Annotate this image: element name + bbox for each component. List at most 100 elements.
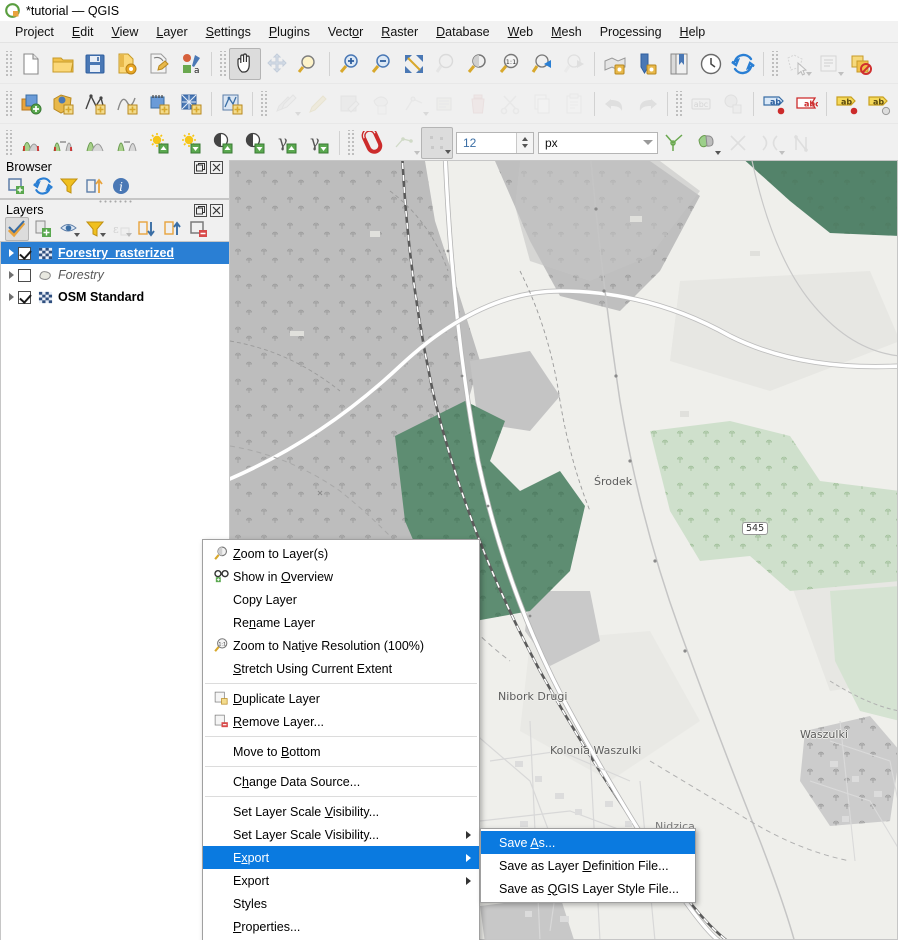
zoom-native-resolution-icon[interactable]: 1:1 xyxy=(494,48,526,80)
context-menu-item-styles[interactable]: Export xyxy=(203,869,479,892)
avoid-overlap-icon[interactable] xyxy=(690,127,722,159)
scroll-up-icon[interactable] xyxy=(215,199,229,200)
menu-database[interactable]: Database xyxy=(427,23,499,41)
save-layer-edits-icon[interactable] xyxy=(334,88,366,120)
filter-browser-icon[interactable] xyxy=(57,174,81,198)
chevron-down-icon[interactable] xyxy=(639,140,657,145)
context-menu-item-copy-layer[interactable]: Copy Layer xyxy=(203,588,479,611)
zoom-last-icon[interactable] xyxy=(526,48,558,80)
decrease-gamma-icon[interactable]: γ xyxy=(303,127,335,159)
local-cumulative-cut-stretch-icon[interactable] xyxy=(79,127,111,159)
snapping-tolerance-input[interactable]: 12 xyxy=(456,131,534,154)
menu-edit[interactable]: Edit xyxy=(63,23,103,41)
add-raster-layer-icon[interactable] xyxy=(79,88,111,120)
layer-row-forestry-rasterized[interactable]: Forestry_rasterized xyxy=(1,242,229,264)
menu-settings[interactable]: Settings xyxy=(197,23,260,41)
submenu-item-save-as-qgis-layer-style-file[interactable]: Save as QGIS Layer Style File... xyxy=(481,877,695,900)
add-vector-tile-layer-icon[interactable] xyxy=(216,88,248,120)
decrease-contrast-icon[interactable] xyxy=(239,127,271,159)
zoom-in-icon[interactable] xyxy=(334,48,366,80)
expander-icon[interactable] xyxy=(5,271,18,279)
expander-icon[interactable] xyxy=(5,249,18,257)
context-menu-item-zoom-native-resolution[interactable]: 1:1 Zoom to Native Resolution (100%) xyxy=(203,634,479,657)
new-project-icon[interactable] xyxy=(15,48,47,80)
layer-diagram-options-icon[interactable]: abc xyxy=(790,88,822,120)
copy-features-icon[interactable] xyxy=(526,88,558,120)
paste-features-icon[interactable] xyxy=(558,88,590,120)
context-menu-item-show-in-overview[interactable]: Show in Overview xyxy=(203,565,479,588)
full-cumulative-cut-stretch-icon[interactable] xyxy=(111,127,143,159)
spinner-down-icon[interactable] xyxy=(522,144,528,148)
submenu-item-save-as[interactable]: Save As... xyxy=(481,831,695,854)
current-edits-icon[interactable] xyxy=(270,88,302,120)
context-menu-item-layer-crs[interactable]: Set Layer Scale Visibility... xyxy=(203,823,479,846)
increase-contrast-icon[interactable] xyxy=(207,127,239,159)
spinner-arrows[interactable] xyxy=(516,132,533,153)
context-menu-item-set-layer-scale-visibility[interactable]: Set Layer Scale Visibility... xyxy=(203,800,479,823)
new-3d-map-view-icon[interactable] xyxy=(631,48,663,80)
context-menu-item-rename-layer[interactable]: Rename Layer xyxy=(203,611,479,634)
snapping-intersection-icon[interactable] xyxy=(722,127,754,159)
cut-features-icon[interactable] xyxy=(494,88,526,120)
layers-float-icon[interactable] xyxy=(194,203,207,217)
pin-labels-icon[interactable]: ab xyxy=(863,88,895,120)
decrease-brightness-icon[interactable] xyxy=(175,127,207,159)
open-project-icon[interactable] xyxy=(47,48,79,80)
context-menu-item-change-data-source[interactable]: Change Data Source... xyxy=(203,770,479,793)
snapping-units-select[interactable]: px xyxy=(538,131,658,154)
context-menu-item-export[interactable]: Export xyxy=(203,846,479,869)
collapse-all-icon[interactable] xyxy=(83,174,107,198)
layers-close-icon[interactable] xyxy=(210,203,223,217)
redo-icon[interactable] xyxy=(631,88,663,120)
spinner-up-icon[interactable] xyxy=(522,137,528,141)
zoom-next-icon[interactable] xyxy=(558,48,590,80)
menu-layer[interactable]: Layer xyxy=(147,23,196,41)
toolbar-grip[interactable] xyxy=(218,50,227,77)
refresh-icon[interactable] xyxy=(727,48,759,80)
zoom-to-selection-icon[interactable] xyxy=(430,48,462,80)
toolbar-grip[interactable] xyxy=(346,129,355,156)
toggle-editing-icon[interactable] xyxy=(302,88,334,120)
menu-view[interactable]: View xyxy=(102,23,147,41)
layer-visibility-checkbox[interactable] xyxy=(18,290,31,304)
new-print-layout-icon[interactable] xyxy=(143,48,175,80)
add-mesh-layer-icon[interactable] xyxy=(111,88,143,120)
layer-row-forestry[interactable]: Forestry xyxy=(1,264,229,286)
add-layer-to-project-icon[interactable] xyxy=(5,174,29,198)
menu-plugins[interactable]: Plugins xyxy=(260,23,319,41)
tracing-icon[interactable] xyxy=(786,127,818,159)
data-source-manager-icon[interactable] xyxy=(15,88,47,120)
add-polygon-feature-icon[interactable] xyxy=(366,88,398,120)
delete-selected-icon[interactable] xyxy=(462,88,494,120)
zoom-out-icon[interactable] xyxy=(366,48,398,80)
add-vector-layer-icon[interactable] xyxy=(47,88,79,120)
expander-icon[interactable] xyxy=(5,293,18,301)
undo-icon[interactable] xyxy=(599,88,631,120)
scroll-down-icon[interactable] xyxy=(215,198,229,199)
menu-project[interactable]: Project xyxy=(6,23,63,41)
context-menu-item-move-to-bottom[interactable]: Move to Bottom xyxy=(203,740,479,763)
toolbar-grip[interactable] xyxy=(4,50,13,77)
full-histogram-stretch-icon[interactable] xyxy=(47,127,79,159)
add-group-icon[interactable] xyxy=(31,217,55,241)
new-map-view-icon[interactable] xyxy=(599,48,631,80)
collapse-all-icon[interactable] xyxy=(161,217,185,241)
temporal-controller-icon[interactable] xyxy=(695,48,727,80)
browser-float-icon[interactable] xyxy=(194,160,207,174)
menu-mesh[interactable]: Mesh xyxy=(542,23,591,41)
local-histogram-stretch-icon[interactable] xyxy=(15,127,47,159)
layer-visibility-checkbox[interactable] xyxy=(18,246,31,260)
deselect-extra-icon[interactable] xyxy=(877,48,898,80)
refresh-icon[interactable] xyxy=(31,174,55,198)
export-submenu[interactable]: Save As... Save as Layer Definition File… xyxy=(480,828,696,903)
self-snapping-icon[interactable] xyxy=(754,127,786,159)
highlight-pinned-labels-icon[interactable]: ab xyxy=(831,88,863,120)
save-project-icon[interactable] xyxy=(79,48,111,80)
layer-labeling-options-icon[interactable]: ab xyxy=(758,88,790,120)
increase-gamma-icon[interactable]: γ xyxy=(271,127,303,159)
remove-layer-icon[interactable] xyxy=(187,217,211,241)
snapping-type-icon[interactable] xyxy=(421,126,453,159)
toolbar-grip[interactable] xyxy=(674,90,683,117)
add-delimited-text-layer-icon[interactable] xyxy=(143,88,175,120)
browser-close-icon[interactable] xyxy=(210,160,223,174)
